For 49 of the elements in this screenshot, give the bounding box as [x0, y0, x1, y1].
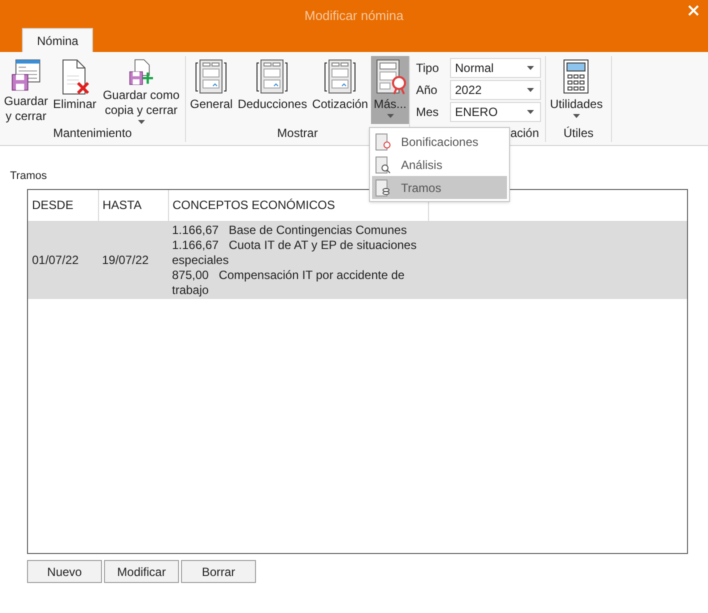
caret-icon	[572, 114, 580, 118]
group-label: Mostrar	[277, 125, 318, 142]
field-label: Mes	[416, 104, 440, 121]
window-title: Modificar nómina	[304, 7, 404, 25]
action-button[interactable]: Borrar	[181, 560, 256, 583]
group-label: ación	[510, 125, 539, 142]
caret-icon	[138, 120, 145, 124]
table-cell: 01/07/22	[28, 221, 98, 298]
section-label: Tramos	[10, 170, 47, 182]
ribbon-button[interactable]: Guardar como copia y cerrar	[99, 56, 183, 124]
field-label: Año	[416, 82, 438, 99]
column-header: DESDE	[28, 190, 98, 221]
column-header: HASTA	[98, 190, 168, 221]
dropdown-field[interactable]: ENERO	[450, 102, 541, 122]
field-label: Tipo	[416, 60, 440, 77]
ribbon-button[interactable]: Más...	[371, 56, 410, 124]
concept-line: 1.166,67 Base de Contingencias Comunes	[172, 222, 408, 238]
group-label: Mantenimiento	[53, 125, 132, 142]
report-icon	[194, 59, 228, 95]
caret-icon	[386, 114, 394, 118]
ribbon-button[interactable]: Utilidades	[548, 56, 605, 124]
table-cell: 19/07/22	[98, 221, 168, 298]
dropdown-field[interactable]: 2022	[450, 80, 541, 100]
ribbon-button[interactable]: Cotización	[310, 56, 370, 124]
close-icon[interactable]	[688, 5, 699, 16]
caret-icon	[527, 66, 534, 70]
report-icon	[255, 59, 290, 95]
report-icon	[323, 59, 358, 95]
action-button[interactable]: Modificar	[104, 560, 179, 583]
report-magnifier-icon	[375, 156, 391, 174]
concept-line: 1.166,67 Cuota IT de AT y EP de situaciones especiales	[172, 238, 418, 268]
concept-line: 875,00 Compensación IT por accidente de trabajo	[172, 268, 406, 298]
ribbon-button[interactable]: Guardar y cerrar	[2, 56, 50, 124]
report-stack-icon	[375, 178, 391, 196]
dropdown-field[interactable]: Normal	[450, 58, 541, 78]
ribbon-button[interactable]: General	[188, 56, 235, 124]
ribbon-button[interactable]: Deducciones	[236, 56, 310, 124]
menu-item[interactable]: Tramos	[372, 176, 507, 199]
caret-icon	[527, 88, 534, 92]
calculator-icon	[563, 59, 590, 95]
caret-icon	[527, 110, 534, 114]
ribbon-button[interactable]: Eliminar	[51, 56, 98, 124]
save-table-icon	[10, 59, 42, 92]
action-button[interactable]: Nuevo	[27, 560, 102, 583]
report-ribbon-icon	[375, 132, 391, 150]
ribbon-tab[interactable]: Nómina	[22, 28, 94, 52]
menu-item[interactable]: Análisis	[372, 153, 507, 176]
menu-item[interactable]: Bonificaciones	[372, 130, 507, 153]
group-label: Útiles	[563, 125, 594, 142]
